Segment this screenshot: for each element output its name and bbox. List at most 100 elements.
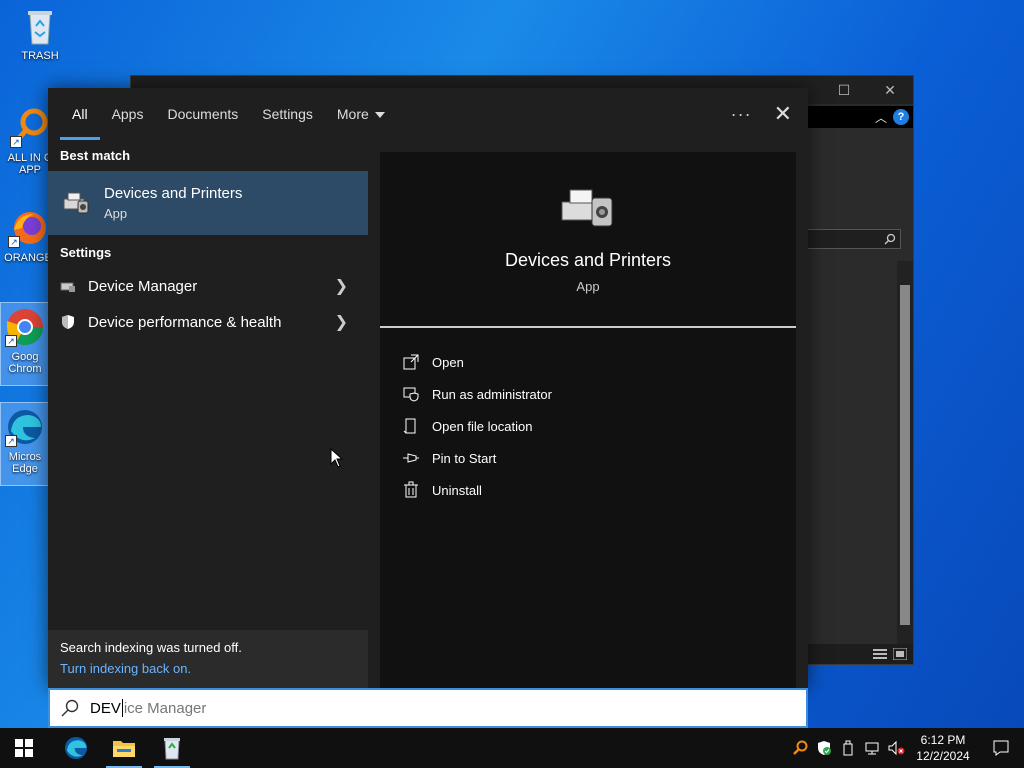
result-label: Device performance & health xyxy=(88,313,282,331)
maximize-icon[interactable]: ☐ xyxy=(821,82,867,99)
action-pin-to-start[interactable]: Pin to Start xyxy=(380,442,796,474)
search-panel: All Apps Documents Settings More ··· ✕ B… xyxy=(48,88,808,688)
start-button[interactable] xyxy=(0,728,48,768)
taskbar-edge[interactable] xyxy=(52,728,100,768)
devices-printers-large-icon xyxy=(558,184,618,232)
text-caret xyxy=(121,699,123,717)
chevron-right-icon[interactable]: ❯ xyxy=(335,312,348,332)
shortcut-arrow-icon: ↗ xyxy=(5,435,17,447)
caret-down-icon xyxy=(374,112,385,119)
taskbar-recycle-app[interactable] xyxy=(148,728,196,768)
recycle-bin-icon xyxy=(20,6,60,46)
action-uninstall[interactable]: Uninstall xyxy=(380,474,796,506)
explorer-search-input[interactable] xyxy=(805,229,901,249)
window-close-icon[interactable]: ✕ xyxy=(867,82,913,99)
help-icon[interactable]: ? xyxy=(893,109,909,125)
search-tabs: All Apps Documents Settings More xyxy=(48,88,808,140)
mouse-cursor-icon xyxy=(330,448,344,468)
preview-actions: Open Run as administrator Open file loca… xyxy=(380,328,796,506)
shortcut-arrow-icon: ↗ xyxy=(10,136,22,148)
action-run-as-admin[interactable]: Run as administrator xyxy=(380,378,796,410)
trash-icon xyxy=(402,481,420,499)
recycle-bin-icon xyxy=(164,738,180,760)
edge-icon: ↗ xyxy=(5,407,45,447)
folder-icon xyxy=(113,741,135,757)
edge-icon xyxy=(64,736,88,760)
pin-icon xyxy=(402,449,420,467)
tray-search-app-icon[interactable] xyxy=(788,728,812,768)
best-match-name: Devices and Printers xyxy=(104,185,243,202)
tray-security-shield-icon[interactable] xyxy=(812,728,836,768)
action-center-button[interactable] xyxy=(978,739,1024,757)
preview-pane: Devices and Printers App Open Run as adm… xyxy=(380,152,796,688)
search-icon xyxy=(884,233,896,245)
tab-more[interactable]: More xyxy=(325,88,397,140)
clock-time: 6:12 PM xyxy=(920,733,966,747)
file-location-icon xyxy=(402,417,420,435)
tray-usb-icon[interactable] xyxy=(836,728,860,768)
result-label: Device Manager xyxy=(88,277,198,295)
result-device-manager[interactable]: Device Manager ❯ xyxy=(48,268,368,304)
desktop-icon-label: Micros Edge xyxy=(8,451,42,475)
indexing-message: Search indexing was turned off. xyxy=(60,640,242,655)
action-label: Run as administrator xyxy=(432,386,552,402)
action-label: Uninstall xyxy=(432,482,482,498)
windows-logo-icon xyxy=(15,739,33,757)
firefox-icon: ↗ xyxy=(8,208,48,248)
preview-type: App xyxy=(576,279,600,294)
desktop-icon-label: TRASH xyxy=(21,50,59,62)
preview-name: Devices and Printers xyxy=(504,250,672,270)
system-tray: 6:12 PM 12/2/2024 xyxy=(788,728,1024,768)
tab-apps[interactable]: Apps xyxy=(100,88,156,140)
chevron-right-icon[interactable]: ❯ xyxy=(335,276,348,296)
tray-network-icon[interactable] xyxy=(860,728,884,768)
devices-printers-icon xyxy=(60,187,92,219)
chevron-up-icon[interactable]: ︿ xyxy=(875,109,887,126)
preview-header: Devices and Printers App xyxy=(380,152,796,328)
result-device-performance[interactable]: Device performance & health ❯ xyxy=(48,304,368,340)
search-input[interactable]: DEV ice Manager xyxy=(48,688,808,728)
desktop-icon-chrome[interactable]: ↗ Goog Chrom xyxy=(0,302,50,386)
search-suggestion-text: ice Manager xyxy=(123,699,207,717)
action-label: Open xyxy=(432,354,464,370)
chrome-icon: ↗ xyxy=(5,307,45,347)
best-match-heading: Best match xyxy=(60,148,131,163)
vertical-scrollbar[interactable] xyxy=(897,261,913,646)
search-icon xyxy=(60,698,80,718)
details-view-icon[interactable] xyxy=(873,648,887,660)
turn-indexing-on-link[interactable]: Turn indexing back on. xyxy=(60,661,356,676)
panel-actions: ··· ✕ xyxy=(731,100,792,128)
search-typed-text: DEV xyxy=(90,699,121,717)
tab-documents[interactable]: Documents xyxy=(155,88,250,140)
best-match-result[interactable]: Devices and Printers App xyxy=(48,171,368,235)
desktop-icon-orange[interactable]: ↗ ORANGE xyxy=(4,208,52,264)
best-match-type: App xyxy=(104,206,128,221)
action-open-file-location[interactable]: Open file location xyxy=(380,410,796,442)
results-column: Best match Devices and Printers App Sett… xyxy=(48,140,368,688)
action-open[interactable]: Open xyxy=(380,346,796,378)
indexing-notice: Search indexing was turned off. Turn ind… xyxy=(48,630,368,688)
taskbar-clock[interactable]: 6:12 PM 12/2/2024 xyxy=(908,732,978,764)
tray-volume-muted-icon[interactable] xyxy=(884,728,908,768)
clock-date: 12/2/2024 xyxy=(916,749,970,763)
close-panel-button[interactable]: ✕ xyxy=(774,100,792,128)
desktop-icon-trash[interactable]: TRASH xyxy=(8,6,72,62)
action-label: Open file location xyxy=(432,418,533,434)
desktop-icon-edge[interactable]: ↗ Micros Edge xyxy=(0,402,50,486)
tiles-view-icon[interactable] xyxy=(893,648,907,660)
taskbar: 6:12 PM 12/2/2024 xyxy=(0,728,1024,768)
notification-icon xyxy=(993,740,1009,756)
tab-settings[interactable]: Settings xyxy=(250,88,325,140)
shield-icon xyxy=(60,314,76,330)
more-options-button[interactable]: ··· xyxy=(731,104,752,125)
desktop-icon-label: ORANGE xyxy=(4,252,52,264)
tab-more-label: More xyxy=(336,106,369,122)
shortcut-arrow-icon: ↗ xyxy=(8,236,20,248)
shortcut-arrow-icon: ↗ xyxy=(5,335,17,347)
scrollbar-thumb[interactable] xyxy=(900,285,910,625)
tab-all[interactable]: All xyxy=(60,88,100,140)
taskbar-file-explorer[interactable] xyxy=(100,728,148,768)
desktop-icon-label: Goog Chrom xyxy=(8,351,42,375)
device-manager-icon xyxy=(60,278,76,294)
open-icon xyxy=(402,353,420,371)
